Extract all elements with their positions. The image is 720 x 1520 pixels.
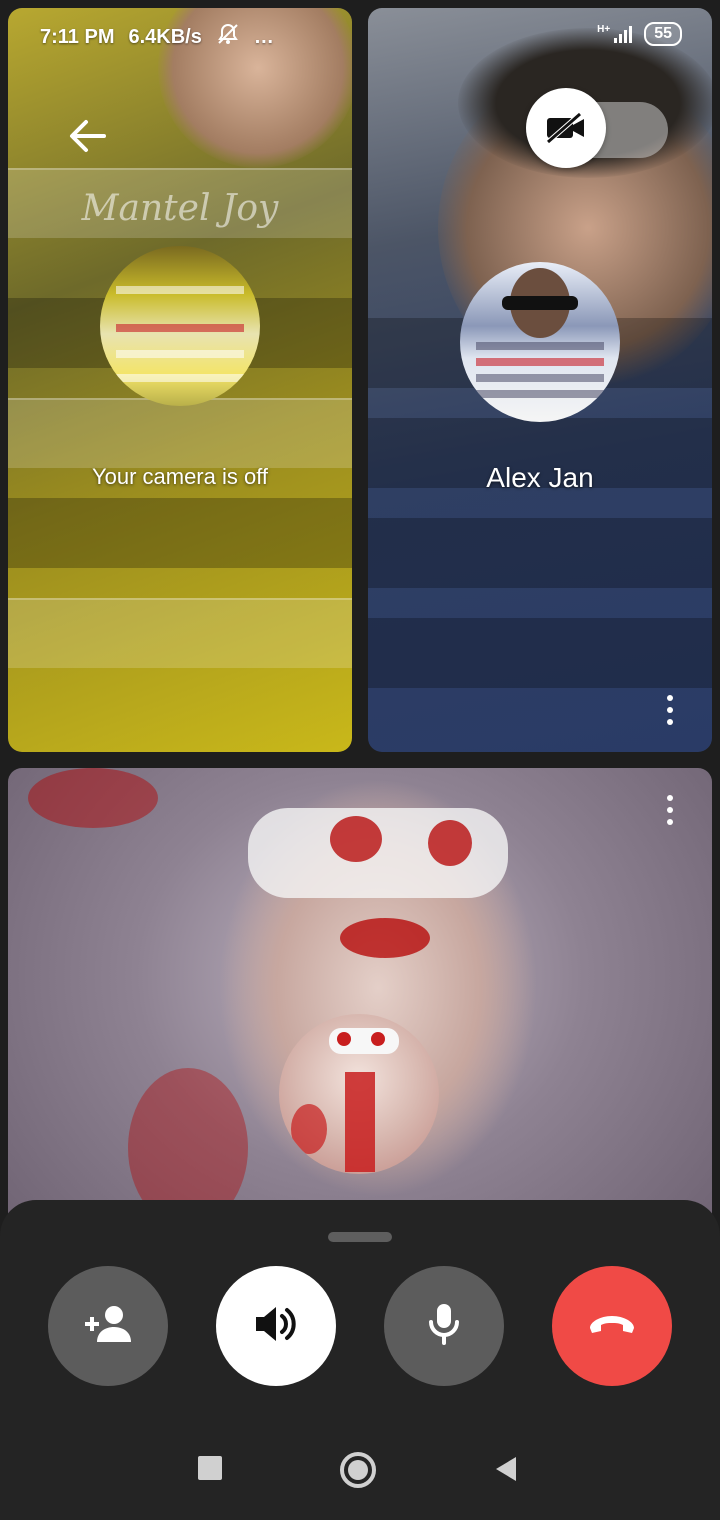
alex-avatar: [460, 262, 620, 422]
battery-icon: 55: [644, 22, 682, 46]
self-avatar: [100, 246, 260, 406]
status-speed: 6.4KB/s: [128, 25, 202, 48]
home-icon[interactable]: [340, 1452, 376, 1488]
self-tile[interactable]: Mantel Joy Your camera is off: [8, 8, 352, 752]
mic-icon: [426, 1302, 462, 1351]
signal-icon: H+: [597, 24, 633, 43]
call-controls-sheet: [0, 1200, 720, 1520]
bell-off-icon: [216, 22, 240, 52]
drag-handle[interactable]: [328, 1232, 392, 1242]
participant-name: Alex Jan: [486, 462, 594, 493]
system-nav-bar: [0, 1420, 720, 1520]
background-mark: [428, 820, 472, 866]
end-call-button[interactable]: [552, 1266, 672, 1386]
overflow-dots: …: [253, 25, 274, 48]
add-person-icon: [82, 1304, 134, 1349]
status-left: 7:11 PM 6.4KB/s …: [40, 22, 274, 52]
participant-tile-alex[interactable]: Alex Jan: [368, 8, 712, 752]
camera-off-caption: Your camera is off: [91, 464, 269, 489]
speaker-button[interactable]: [216, 1266, 336, 1386]
status-time: 7:11 PM: [40, 25, 115, 48]
status-bar: 7:11 PM 6.4KB/s … H+ 55: [0, 0, 720, 70]
decor-stripe: [8, 398, 352, 468]
decor-stripe: [8, 598, 352, 668]
back-icon[interactable]: [494, 1456, 518, 1482]
decor-banner-text: Mantel Joy: [81, 188, 279, 229]
background-mark: [340, 918, 430, 958]
decor-stripe: [368, 518, 712, 588]
third-avatar: [279, 1014, 439, 1174]
microphone-button[interactable]: [384, 1266, 504, 1386]
more-vert-icon[interactable]: [656, 688, 684, 732]
more-vert-icon[interactable]: [656, 788, 684, 832]
decor-stripe: [8, 498, 352, 568]
video-off-icon: [526, 88, 606, 168]
background-mark: [330, 816, 382, 862]
background-mark: [28, 768, 158, 828]
network-type: H+: [597, 24, 611, 35]
back-arrow-icon[interactable]: [60, 112, 116, 160]
status-right: H+ 55: [597, 22, 682, 46]
recents-icon[interactable]: [198, 1456, 222, 1480]
hang-up-icon: [586, 1312, 638, 1341]
decor-stripe: [368, 618, 712, 688]
add-participant-button[interactable]: [48, 1266, 168, 1386]
camera-toggle[interactable]: [526, 88, 668, 168]
speaker-icon: [252, 1304, 300, 1349]
